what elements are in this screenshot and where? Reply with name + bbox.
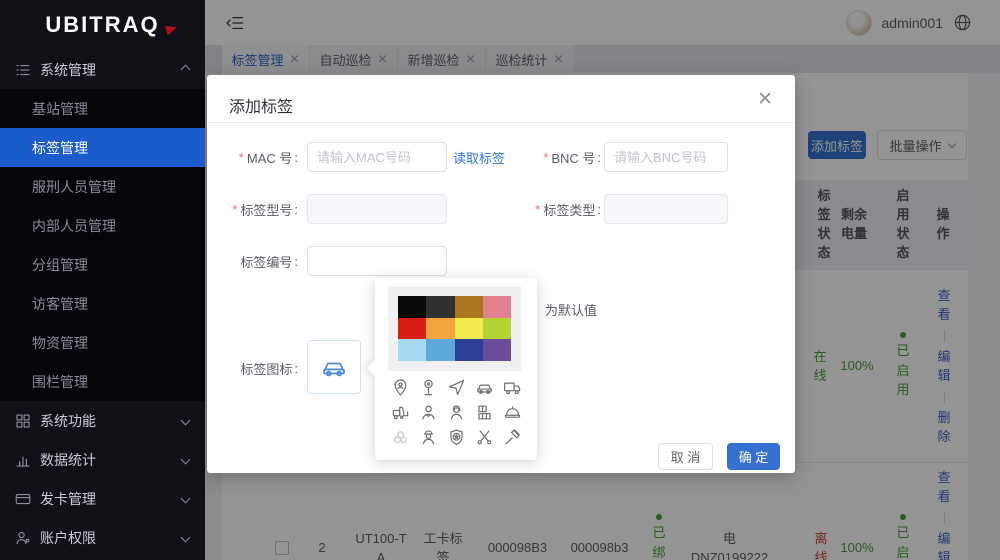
- color-swatch[interactable]: [483, 339, 511, 361]
- color-swatch[interactable]: [398, 339, 426, 361]
- close-icon[interactable]: ✕: [757, 90, 773, 109]
- color-swatch[interactable]: [426, 339, 454, 361]
- pin-person-icon[interactable]: [391, 378, 410, 397]
- grid-icon: [14, 412, 32, 430]
- sidebar-submenu: 基站管理标签管理服刑人员管理内部人员管理分组管理访客管理物资管理围栏管理: [0, 89, 205, 401]
- sidebar-subitem[interactable]: 物资管理: [0, 323, 205, 362]
- code-input[interactable]: [307, 246, 447, 276]
- chevron-down-icon: [181, 494, 191, 504]
- confirm-button[interactable]: 确 定: [727, 443, 780, 470]
- sidebar-subitem[interactable]: 基站管理: [0, 89, 205, 128]
- helmet-icon[interactable]: [503, 403, 522, 422]
- color-swatch[interactable]: [483, 318, 511, 340]
- mac-input[interactable]: [307, 142, 447, 172]
- sidebar-item-label: 系统功能: [40, 411, 96, 431]
- sidebar-item-data-stats[interactable]: 数据统计: [0, 440, 205, 479]
- sidebar-subitem[interactable]: 标签管理: [0, 128, 205, 167]
- sidebar-item-label: 账户权限: [40, 528, 96, 548]
- model-label: * 标签型号:: [207, 194, 298, 224]
- chevron-down-icon: [181, 533, 191, 543]
- color-swatch[interactable]: [398, 296, 426, 318]
- app-window: UBITRAQ 系统管理 基站管理标签管理服刑人员管理内部人员管理分组管理访客管…: [0, 0, 1000, 560]
- bnc-input[interactable]: [604, 142, 728, 172]
- forklift-icon[interactable]: [391, 403, 410, 422]
- color-palette-frame: [388, 286, 521, 371]
- popup-arrow: [367, 360, 384, 377]
- color-swatch[interactable]: [483, 296, 511, 318]
- color-swatch[interactable]: [455, 318, 483, 340]
- circles-icon[interactable]: [391, 428, 410, 447]
- shelf-icon[interactable]: [475, 403, 494, 422]
- tag-icon-select-button[interactable]: [307, 340, 361, 394]
- car-icon: [320, 353, 348, 381]
- default-hint-text: 为默认值: [545, 300, 597, 319]
- sidebar-item-label: 发卡管理: [40, 489, 96, 509]
- divider: [207, 122, 795, 123]
- woman-icon[interactable]: [447, 403, 466, 422]
- brand-name: UBITRAQ: [45, 12, 159, 38]
- main-area: admin001 标签管理✕自动巡检✕新增巡检✕巡检统计✕ 添加标签 批量操作 …: [205, 0, 1000, 560]
- scissors-icon[interactable]: [475, 428, 494, 447]
- sidebar-subitem[interactable]: 内部人员管理: [0, 206, 205, 245]
- sidebar-subitem[interactable]: 围栏管理: [0, 362, 205, 401]
- sidebar-subitem[interactable]: 服刑人员管理: [0, 167, 205, 206]
- pin-round-icon[interactable]: [419, 378, 438, 397]
- sidebar-item-card-mgmt[interactable]: 发卡管理: [0, 479, 205, 518]
- required-asterisk: *: [535, 202, 540, 217]
- cancel-button[interactable]: 取 消: [658, 443, 713, 470]
- icon-grid: [386, 378, 526, 447]
- officer-icon[interactable]: [419, 428, 438, 447]
- add-tag-modal: 添加标签 ✕ * MAC 号: 读取标签 * BNC 号:: [207, 75, 795, 473]
- sidebar-item-label: 数据统计: [40, 450, 96, 470]
- chevron-down-icon: [181, 416, 191, 426]
- sidebar: UBITRAQ 系统管理 基站管理标签管理服刑人员管理内部人员管理分组管理访客管…: [0, 0, 205, 560]
- car-icon[interactable]: [475, 378, 494, 397]
- type-label: * 标签类型:: [523, 194, 601, 224]
- navigation-icon[interactable]: [447, 378, 466, 397]
- sidebar-item-system-mgmt[interactable]: 系统管理: [0, 50, 205, 89]
- card-icon: [14, 490, 32, 508]
- color-swatch[interactable]: [426, 318, 454, 340]
- mac-label: * MAC 号:: [207, 142, 298, 172]
- color-swatch[interactable]: [455, 296, 483, 318]
- chevron-down-icon: [181, 455, 191, 465]
- sidebar-item-label: 系统管理: [40, 60, 96, 80]
- color-swatch[interactable]: [455, 339, 483, 361]
- required-asterisk: *: [239, 150, 244, 165]
- sidebar-item-account-perm[interactable]: 账户权限: [0, 518, 205, 557]
- brand-logo: UBITRAQ: [0, 0, 205, 50]
- hammer-icon[interactable]: [503, 428, 522, 447]
- sidebar-subitem[interactable]: 访客管理: [0, 284, 205, 323]
- sidebar-item-system-func[interactable]: 系统功能: [0, 401, 205, 440]
- color-palette: [398, 296, 511, 361]
- color-swatch[interactable]: [398, 318, 426, 340]
- read-tag-link[interactable]: 读取标签: [453, 148, 505, 167]
- bnc-label: * BNC 号:: [523, 142, 601, 172]
- modal-title: 添加标签: [229, 93, 293, 117]
- type-input[interactable]: [604, 194, 728, 224]
- user-icon: [14, 529, 32, 547]
- truck-icon[interactable]: [503, 378, 522, 397]
- chevron-up-icon: [181, 65, 191, 75]
- chart-icon: [14, 451, 32, 469]
- list-icon: [14, 61, 32, 79]
- icon-color-picker-popup: [375, 278, 537, 460]
- badge-icon[interactable]: [447, 428, 466, 447]
- sidebar-subitem[interactable]: 分组管理: [0, 245, 205, 284]
- color-swatch[interactable]: [426, 296, 454, 318]
- man-icon[interactable]: [419, 403, 438, 422]
- model-input[interactable]: [307, 194, 447, 224]
- required-asterisk: *: [543, 150, 548, 165]
- code-label: 标签编号:: [207, 246, 298, 276]
- brand-arrow-icon: [165, 23, 179, 36]
- required-asterisk: *: [232, 202, 237, 217]
- icon-label: 标签图标:: [207, 353, 298, 383]
